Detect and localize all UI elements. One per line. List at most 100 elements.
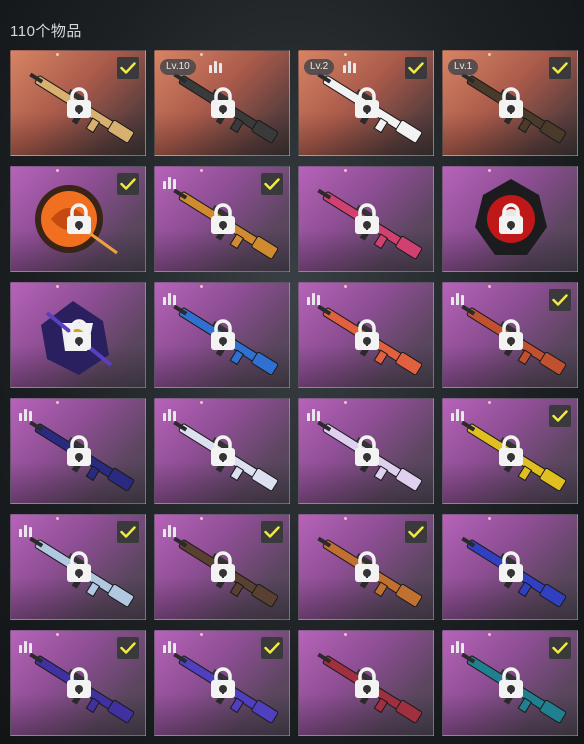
sparkle-decoration bbox=[56, 401, 59, 404]
sparkle-decoration bbox=[200, 285, 203, 288]
inventory-item-card[interactable]: Lv.1 bbox=[442, 50, 578, 156]
sparkle-decoration bbox=[344, 633, 347, 636]
inventory-item-card[interactable] bbox=[442, 166, 578, 272]
signal-bars-icon bbox=[19, 523, 33, 537]
inventory-item-card[interactable] bbox=[10, 282, 146, 388]
inventory-item-card[interactable] bbox=[154, 398, 290, 504]
checkmark-icon[interactable] bbox=[405, 57, 427, 79]
signal-bars-icon bbox=[19, 639, 33, 653]
sparkle-decoration bbox=[488, 517, 491, 520]
lock-icon bbox=[211, 435, 235, 466]
checkmark-icon[interactable] bbox=[261, 521, 283, 543]
sparkle-decoration bbox=[488, 53, 491, 56]
lock-icon bbox=[211, 319, 235, 350]
lock-icon bbox=[499, 435, 523, 466]
signal-bars-icon bbox=[163, 175, 177, 189]
lock-icon bbox=[67, 87, 91, 118]
signal-bars-icon bbox=[163, 523, 177, 537]
inventory-item-card[interactable] bbox=[442, 398, 578, 504]
signal-bars-icon bbox=[209, 59, 223, 73]
lock-icon bbox=[499, 551, 523, 582]
lock-icon bbox=[355, 551, 379, 582]
lock-icon bbox=[67, 551, 91, 582]
lock-icon bbox=[211, 551, 235, 582]
signal-bars-icon bbox=[19, 407, 33, 421]
inventory-item-card[interactable] bbox=[442, 630, 578, 736]
lock-icon bbox=[355, 87, 379, 118]
checkmark-icon[interactable] bbox=[549, 405, 571, 427]
lock-icon bbox=[499, 203, 523, 234]
lock-icon bbox=[67, 435, 91, 466]
sparkle-decoration bbox=[488, 633, 491, 636]
inventory-item-card[interactable] bbox=[154, 282, 290, 388]
signal-bars-icon bbox=[307, 291, 321, 305]
sparkle-decoration bbox=[56, 517, 59, 520]
item-count-label: 110个物品 bbox=[10, 23, 82, 40]
lock-icon bbox=[67, 203, 91, 234]
level-badge: Lv.2 bbox=[304, 59, 335, 75]
signal-bars-icon bbox=[451, 639, 465, 653]
sparkle-decoration bbox=[200, 53, 203, 56]
lock-icon bbox=[211, 203, 235, 234]
sparkle-decoration bbox=[488, 169, 491, 172]
lock-icon bbox=[499, 87, 523, 118]
checkmark-icon[interactable] bbox=[117, 637, 139, 659]
inventory-item-card[interactable] bbox=[298, 166, 434, 272]
level-badge: Lv.1 bbox=[448, 59, 479, 75]
sparkle-decoration bbox=[56, 285, 59, 288]
sparkle-decoration bbox=[56, 53, 59, 56]
inventory-item-card[interactable]: Lv.2 bbox=[298, 50, 434, 156]
inventory-item-card[interactable] bbox=[298, 282, 434, 388]
sparkle-decoration bbox=[488, 401, 491, 404]
checkmark-icon[interactable] bbox=[261, 637, 283, 659]
inventory-item-card[interactable] bbox=[442, 514, 578, 620]
inventory-item-card[interactable] bbox=[10, 166, 146, 272]
inventory-item-card[interactable] bbox=[154, 630, 290, 736]
checkmark-icon[interactable] bbox=[549, 57, 571, 79]
inventory-item-card[interactable] bbox=[298, 514, 434, 620]
sparkle-decoration bbox=[200, 169, 203, 172]
checkmark-icon[interactable] bbox=[117, 173, 139, 195]
lock-icon bbox=[355, 203, 379, 234]
signal-bars-icon bbox=[163, 639, 177, 653]
inventory-item-card[interactable] bbox=[10, 630, 146, 736]
checkmark-icon[interactable] bbox=[549, 289, 571, 311]
sparkle-decoration bbox=[200, 517, 203, 520]
inventory-item-card[interactable] bbox=[298, 398, 434, 504]
inventory-item-card[interactable] bbox=[154, 514, 290, 620]
level-badge: Lv.10 bbox=[160, 59, 196, 75]
sparkle-decoration bbox=[344, 285, 347, 288]
sparkle-decoration bbox=[344, 517, 347, 520]
lock-icon bbox=[499, 319, 523, 350]
lock-icon bbox=[67, 319, 91, 350]
checkmark-icon[interactable] bbox=[405, 521, 427, 543]
sparkle-decoration bbox=[56, 169, 59, 172]
signal-bars-icon bbox=[163, 291, 177, 305]
inventory-item-card[interactable] bbox=[10, 398, 146, 504]
inventory-item-card[interactable]: Lv.10 bbox=[154, 50, 290, 156]
lock-icon bbox=[211, 667, 235, 698]
sparkle-decoration bbox=[344, 53, 347, 56]
sparkle-decoration bbox=[488, 285, 491, 288]
inventory-item-card[interactable] bbox=[298, 630, 434, 736]
inventory-item-card[interactable] bbox=[442, 282, 578, 388]
lock-icon bbox=[355, 319, 379, 350]
lock-icon bbox=[355, 435, 379, 466]
checkmark-icon[interactable] bbox=[261, 173, 283, 195]
lock-icon bbox=[67, 667, 91, 698]
checkmark-icon[interactable] bbox=[549, 637, 571, 659]
signal-bars-icon bbox=[451, 407, 465, 421]
lock-icon bbox=[211, 87, 235, 118]
sparkle-decoration bbox=[344, 401, 347, 404]
sparkle-decoration bbox=[56, 633, 59, 636]
inventory-item-card[interactable] bbox=[154, 166, 290, 272]
checkmark-icon[interactable] bbox=[117, 57, 139, 79]
signal-bars-icon bbox=[163, 407, 177, 421]
inventory-item-card[interactable] bbox=[10, 514, 146, 620]
inventory-item-card[interactable] bbox=[10, 50, 146, 156]
inventory-grid: Lv.10 Lv.2 Lv.1 bbox=[10, 50, 578, 736]
signal-bars-icon bbox=[343, 59, 357, 73]
lock-icon bbox=[499, 667, 523, 698]
checkmark-icon[interactable] bbox=[117, 521, 139, 543]
signal-bars-icon bbox=[307, 407, 321, 421]
